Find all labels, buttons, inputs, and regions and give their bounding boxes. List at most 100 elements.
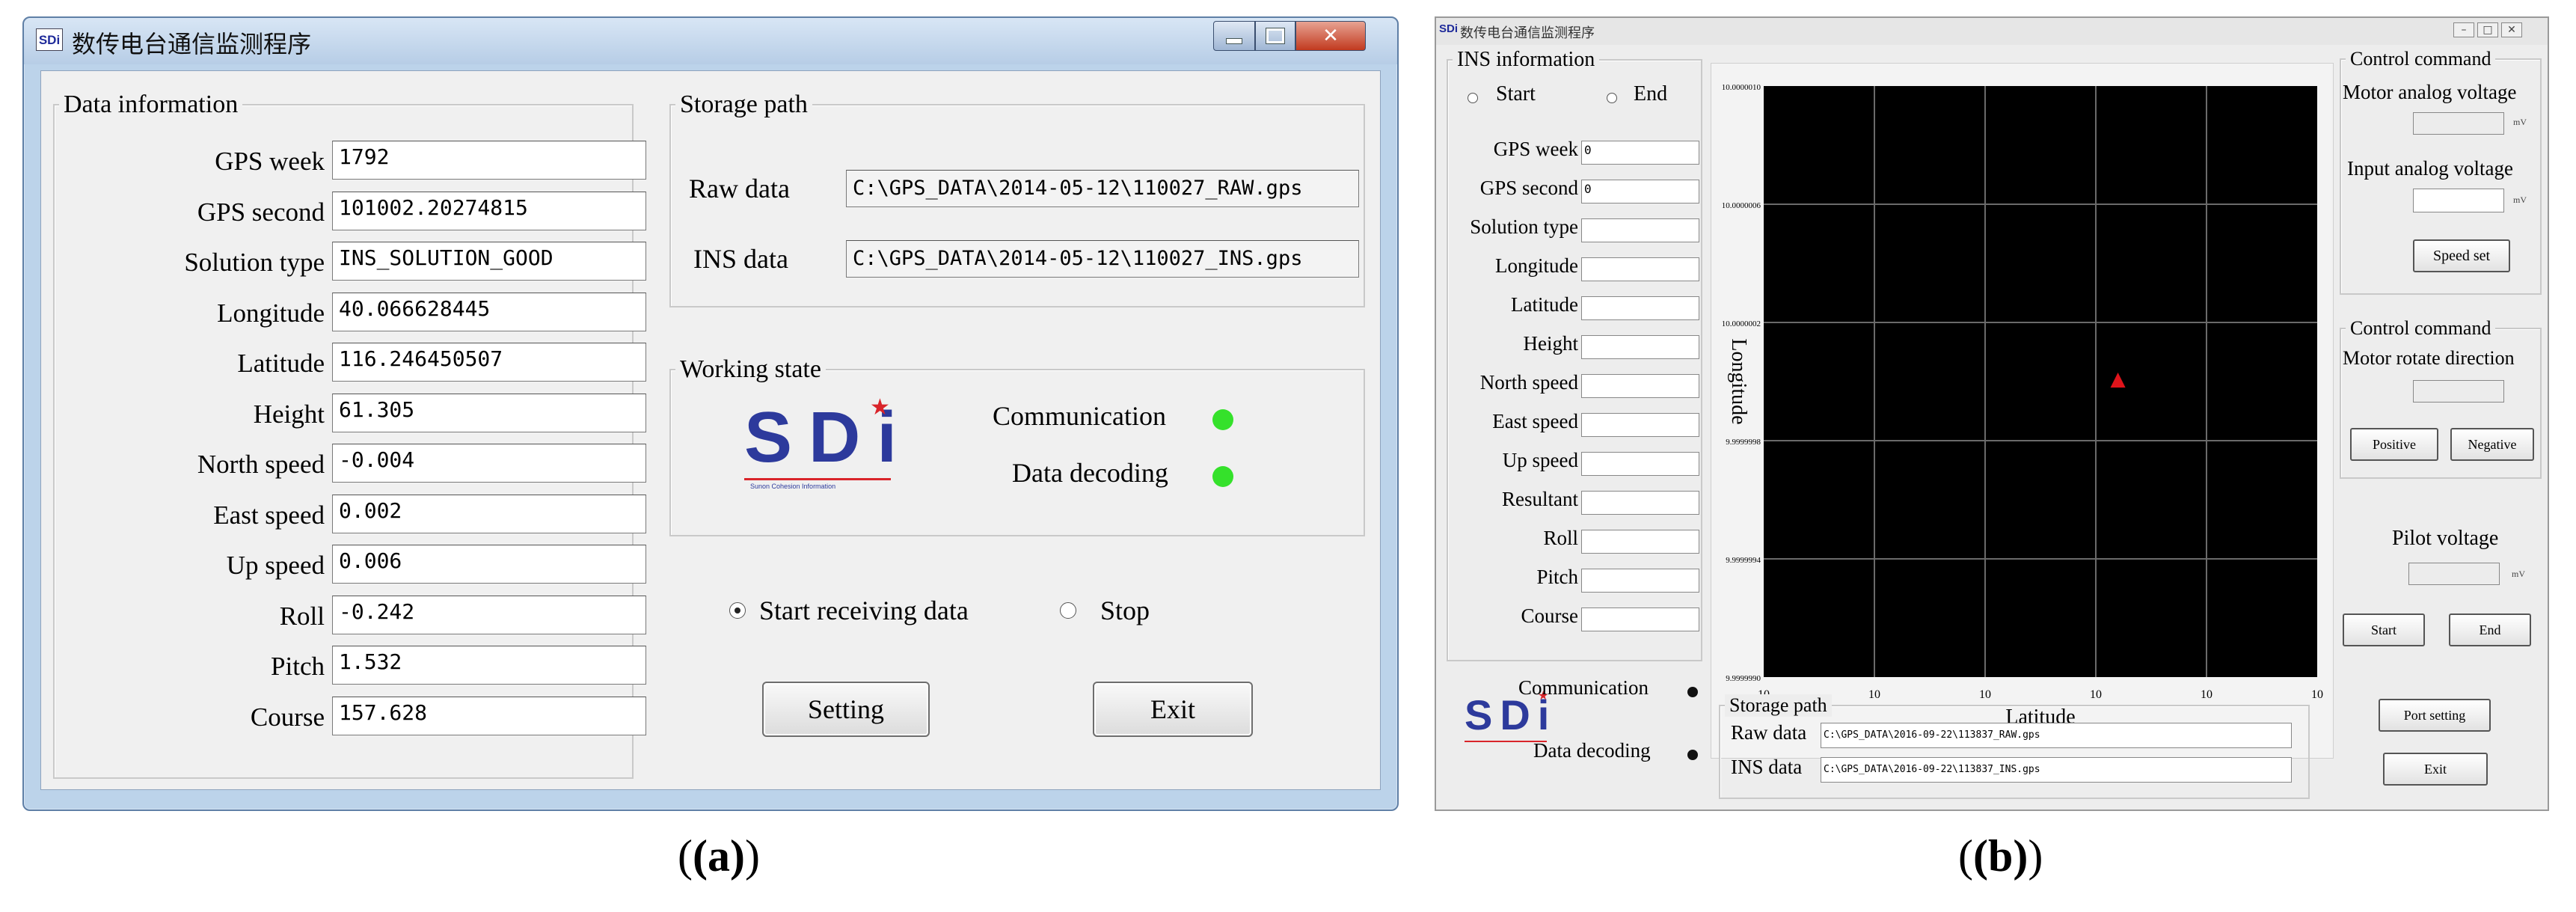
storage-path-legend-b: Storage path (1725, 694, 1832, 717)
raw-data-path-field-b[interactable]: C:\GPS_DATA\2016-09-22\113837_RAW.gps (1821, 723, 2292, 748)
sdi-logo-text: SDi (744, 397, 914, 477)
caption-a: ((a)) (678, 831, 760, 881)
y-tick-label: 9.9999990 (1726, 674, 1761, 683)
motor-rotate-direction-field[interactable] (2413, 380, 2504, 403)
maximize-button-b[interactable]: □ (2477, 22, 2498, 37)
close-icon: ✕ (1322, 25, 1339, 47)
ins-field-label: Solution type (1470, 215, 1578, 238)
input-analog-voltage-label: Input analog voltage (2347, 157, 2513, 180)
maximize-button[interactable] (1255, 21, 1295, 51)
motor-analog-voltage-label: Motor analog voltage (2343, 81, 2517, 103)
position-plot: 10101010101010.000001010.000000610.00000… (1711, 63, 2334, 759)
ins-field-value-input[interactable] (1581, 452, 1699, 476)
ins-field-value-input[interactable] (1581, 296, 1699, 320)
positive-button[interactable]: Positive (2350, 428, 2438, 461)
ins-start-radio[interactable] (1468, 93, 1478, 103)
ins-field-label: GPS second (1479, 177, 1578, 199)
field-label: North speed (197, 450, 325, 479)
ins-field-value-input[interactable] (1581, 491, 1699, 515)
ins-end-radio[interactable] (1607, 93, 1617, 103)
ins-field-value-input[interactable] (1581, 569, 1699, 593)
ins-data-path-field[interactable]: C:\GPS_DATA\2014-05-12\110027_INS.gps (846, 240, 1359, 278)
exit-button[interactable]: Exit (1093, 682, 1253, 737)
communication-led-icon-b (1687, 687, 1698, 697)
data-decoding-label-b: Data decoding (1533, 739, 1651, 762)
ins-field-value-input[interactable] (1581, 608, 1699, 631)
ins-start-label[interactable]: Start (1496, 82, 1536, 106)
field-label: East speed (213, 500, 325, 530)
field-label: Roll (279, 601, 325, 631)
y-tick-label: 10.0000002 (1722, 319, 1761, 328)
maximize-icon-b: □ (2483, 24, 2493, 36)
setting-button[interactable]: Setting (762, 682, 930, 737)
y-tick-label: 10.0000006 (1722, 201, 1761, 210)
ins-end-label[interactable]: End (1634, 82, 1667, 106)
stop-radio[interactable] (1060, 602, 1076, 619)
field-value-input[interactable]: 1.532 (332, 646, 646, 685)
pilot-voltage-field[interactable] (2408, 563, 2500, 585)
pilot-start-button[interactable]: Start (2343, 613, 2425, 646)
ins-field-value-input[interactable]: 0 (1581, 180, 1699, 203)
field-label: Height (253, 399, 325, 429)
start-receiving-radio[interactable] (729, 602, 746, 619)
field-label: Pitch (271, 652, 325, 681)
ins-field-label: Longitude (1495, 254, 1578, 277)
ins-field-value-input[interactable] (1581, 530, 1699, 554)
ins-field-value-input[interactable] (1581, 413, 1699, 437)
field-value-input[interactable]: -0.004 (332, 444, 646, 483)
field-label: GPS week (215, 147, 325, 176)
speed-set-button[interactable]: Speed set (2413, 239, 2510, 272)
app-logo-icon-b: SDi (1439, 22, 1459, 35)
minimize-button[interactable] (1213, 21, 1255, 51)
working-state-legend: Working state (675, 355, 826, 384)
pilot-end-button[interactable]: End (2449, 613, 2531, 646)
field-value-input[interactable]: INS_SOLUTION_GOOD (332, 242, 646, 281)
ins-field-value-input[interactable] (1581, 257, 1699, 281)
ins-field-value-input[interactable]: 0 (1581, 141, 1699, 165)
ins-field-label: Roll (1543, 527, 1578, 549)
field-value-input[interactable]: 157.628 (332, 696, 646, 735)
ins-field-label: Up speed (1502, 449, 1578, 471)
minimize-button-b[interactable]: – (2453, 22, 2474, 37)
minimize-icon-b: – (2461, 24, 2467, 36)
field-value-input[interactable]: 1792 (332, 141, 646, 180)
ins-field-label: Pitch (1536, 566, 1578, 588)
close-button[interactable]: ✕ (1295, 21, 1366, 51)
raw-data-path-field[interactable]: C:\GPS_DATA\2014-05-12\110027_RAW.gps (846, 170, 1359, 207)
field-label: Solution type (184, 248, 325, 277)
close-button-b[interactable]: ✕ (2501, 22, 2522, 37)
caption-b: ((b)) (1958, 831, 2043, 881)
data-decoding-led-icon (1212, 466, 1233, 487)
ins-field-value-input[interactable] (1581, 218, 1699, 242)
y-axis-label: Longitude (1727, 338, 1750, 424)
stop-label[interactable]: Stop (1100, 595, 1150, 626)
input-analog-voltage-unit: mV (2513, 195, 2527, 205)
title-bar[interactable]: SDi 数传电台通信监测程序 ✕ (24, 18, 1397, 64)
caption-a-letter: (a) (692, 831, 745, 881)
start-receiving-label[interactable]: Start receiving data (759, 595, 969, 626)
window-title-b: 数传电台通信监测程序 (1460, 25, 1595, 41)
ins-data-label: INS data (693, 244, 788, 274)
field-value-input[interactable]: 0.002 (332, 494, 646, 533)
field-value-input[interactable]: 101002.20274815 (332, 191, 646, 230)
ins-data-path-field-b[interactable]: C:\GPS_DATA\2016-09-22\113837_INS.gps (1821, 757, 2292, 783)
motor-analog-voltage-field[interactable] (2413, 112, 2504, 135)
field-value-input[interactable]: 40.066628445 (332, 292, 646, 331)
field-label: Course (250, 702, 325, 732)
field-value-input[interactable]: 0.006 (332, 545, 646, 584)
exit-button-b[interactable]: Exit (2383, 753, 2488, 786)
ins-field-label: Resultant (1502, 488, 1578, 510)
ins-field-value-input[interactable] (1581, 374, 1699, 398)
ins-field-value-input[interactable] (1581, 335, 1699, 359)
storage-path-legend: Storage path (675, 91, 812, 119)
field-value-input[interactable]: -0.242 (332, 595, 646, 634)
field-value-input[interactable]: 116.246450507 (332, 343, 646, 382)
motor-rotate-direction-label: Motor rotate direction (2343, 347, 2515, 369)
negative-button[interactable]: Negative (2450, 428, 2534, 461)
port-setting-button[interactable]: Port setting (2379, 699, 2491, 732)
input-analog-voltage-field[interactable] (2413, 189, 2504, 212)
field-value-input[interactable]: 61.305 (332, 393, 646, 432)
raw-data-label-b: Raw data (1731, 721, 1807, 744)
raw-data-label: Raw data (689, 174, 790, 203)
title-bar-b[interactable]: SDi 数传电台通信监测程序 – □ ✕ (1436, 18, 2548, 45)
